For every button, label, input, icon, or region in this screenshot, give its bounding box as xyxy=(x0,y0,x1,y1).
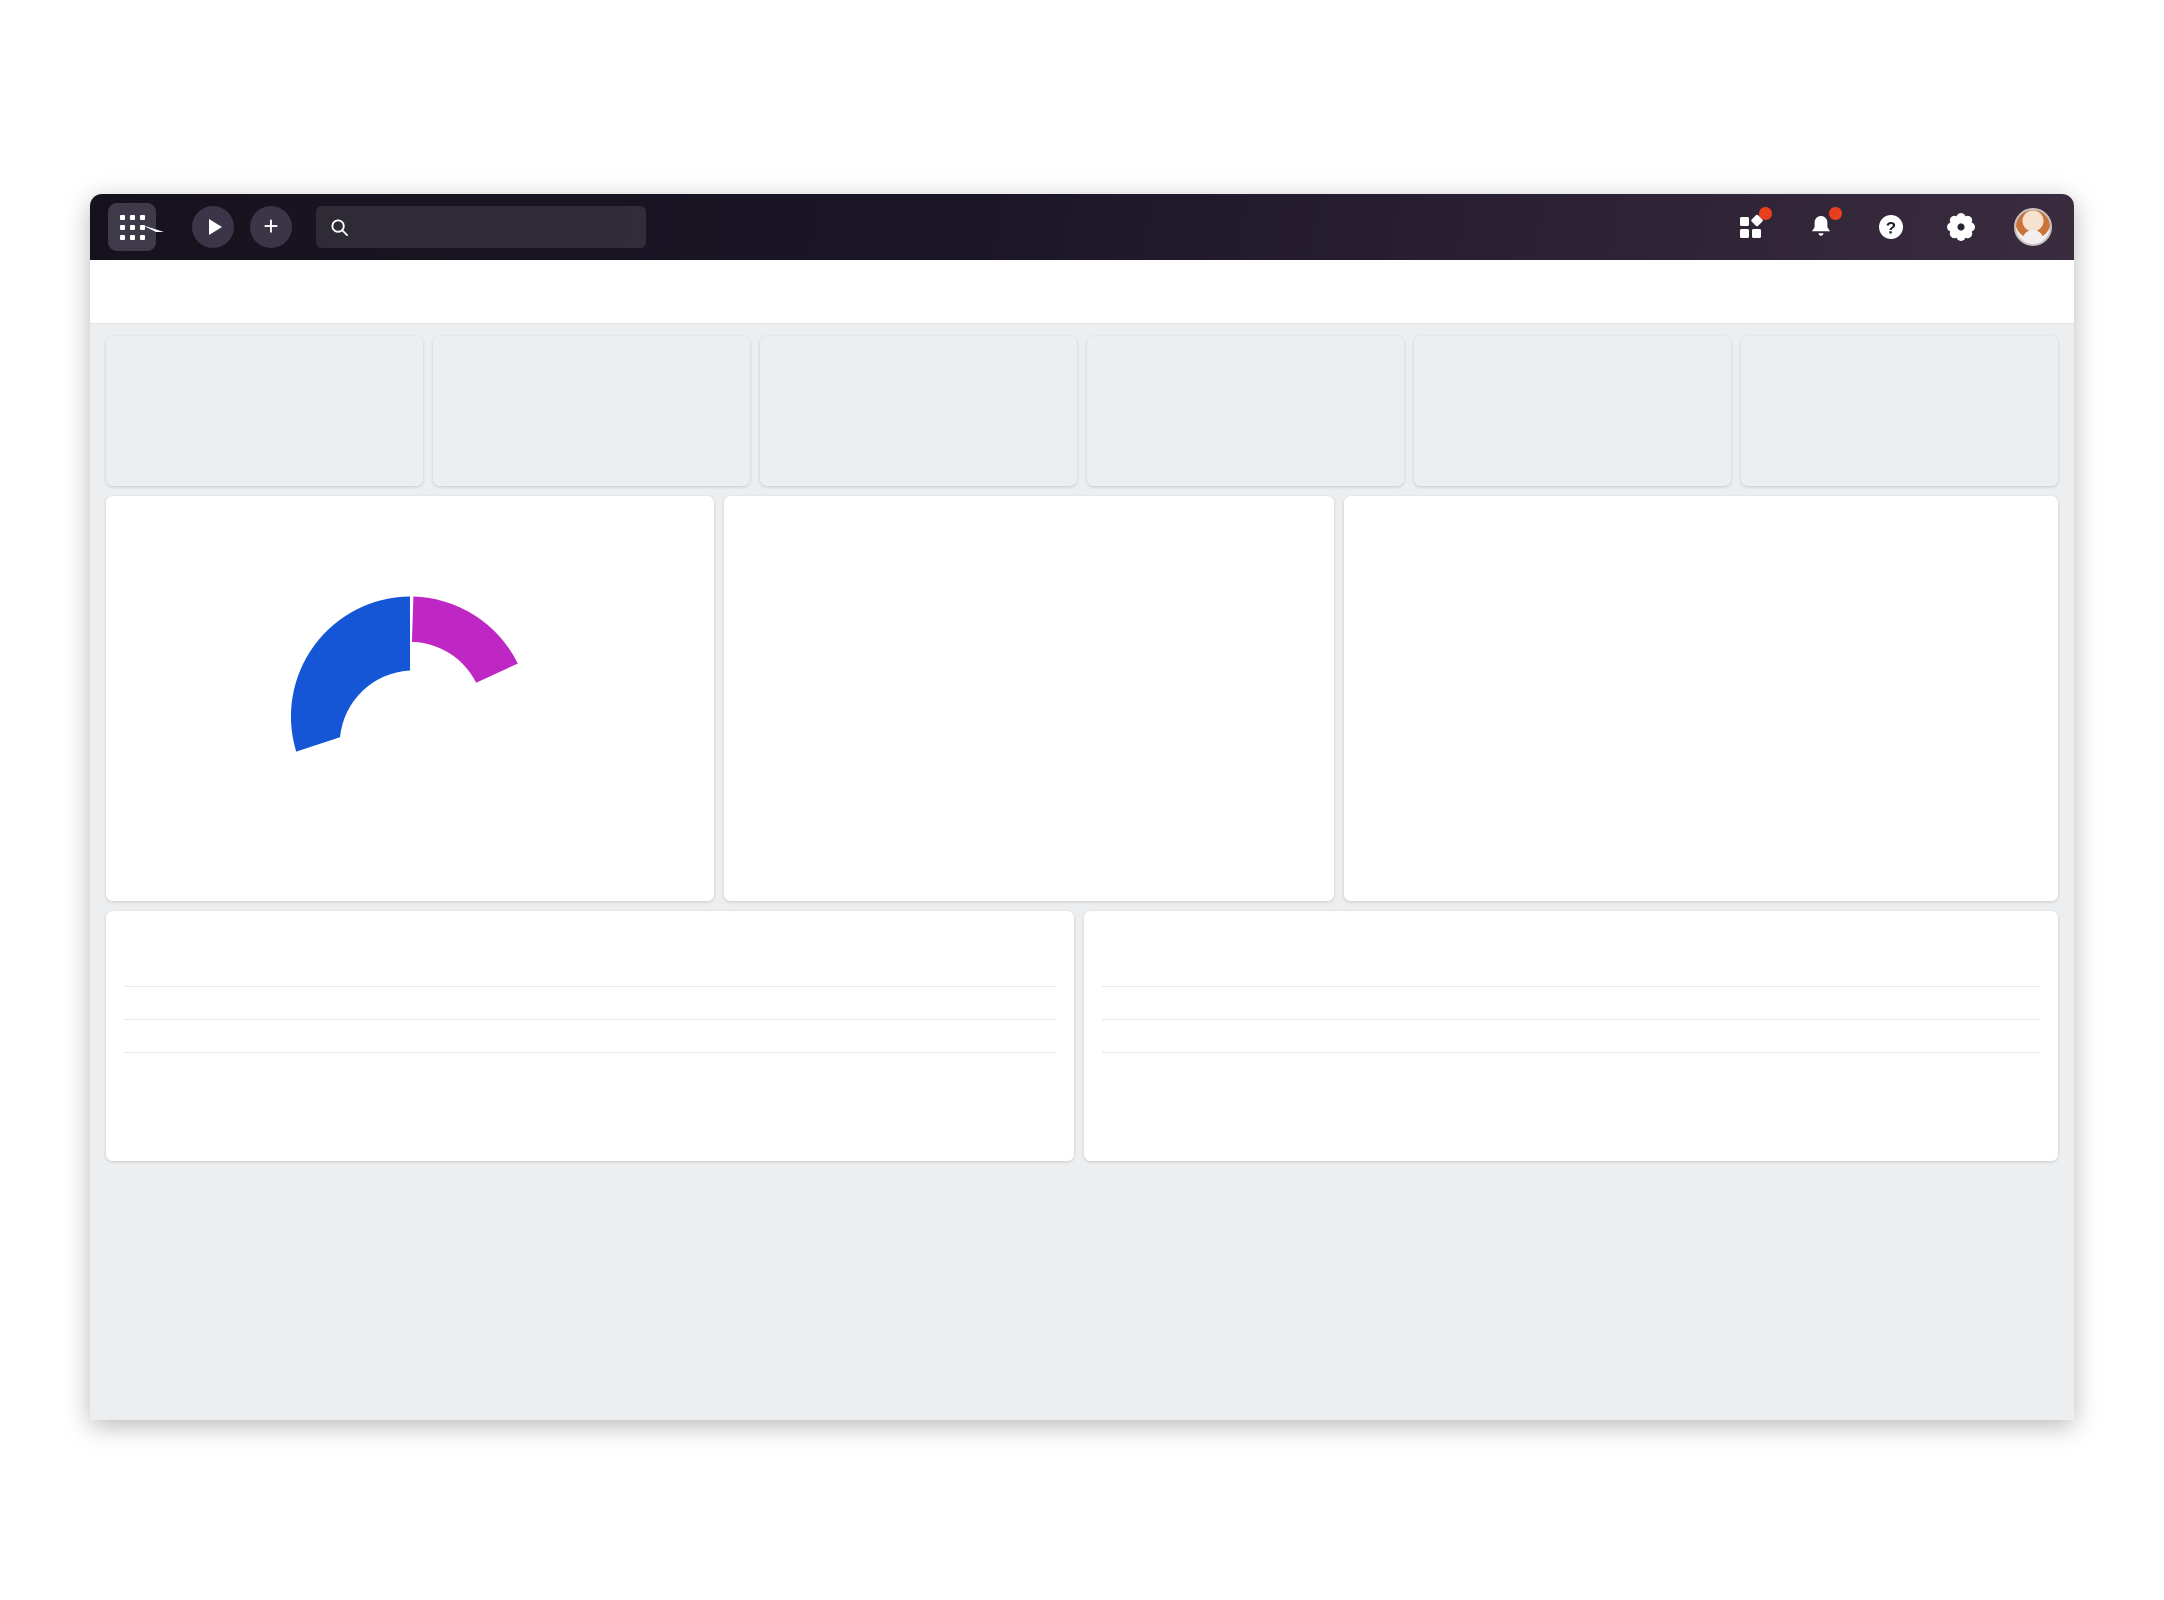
page-header xyxy=(90,260,2074,324)
column-header-status xyxy=(701,957,833,987)
column-header-interview-type xyxy=(1505,957,1722,987)
panel-open-positions-by-department xyxy=(106,496,714,901)
interview-type xyxy=(1505,986,1722,1020)
panel-new-applications xyxy=(106,911,1074,1161)
expand-icon[interactable] xyxy=(1994,924,2014,944)
column-header-name xyxy=(1102,957,1506,987)
kebab-menu-icon[interactable] xyxy=(1306,508,1320,530)
kpi-tile-rejected-candidates[interactable] xyxy=(1741,336,2058,486)
kebab-menu-icon[interactable] xyxy=(1046,923,1060,945)
kpi-tile-shortlisted-candidates[interactable] xyxy=(760,336,1077,486)
application-name-link[interactable] xyxy=(124,986,702,1020)
funnel-chart xyxy=(1344,542,2058,901)
kpi-tile-hired-candidates[interactable] xyxy=(1414,336,1731,486)
donut-chart-body xyxy=(106,542,714,901)
table-header-row xyxy=(124,957,1056,987)
kpi-tile-offer-received-candidates[interactable] xyxy=(1087,336,1404,486)
settings-gear-icon[interactable] xyxy=(1944,210,1978,244)
interview-name-link[interactable] xyxy=(1102,1019,1506,1053)
application-name-link[interactable] xyxy=(124,1019,702,1053)
panel-header-actions xyxy=(650,508,700,530)
marketplace-badge xyxy=(1759,207,1772,220)
panel-upcoming-interviews xyxy=(1084,911,2058,1161)
svg-text:?: ? xyxy=(1886,219,1896,238)
interview-date xyxy=(1721,1019,2040,1053)
charts-row xyxy=(106,496,2058,901)
application-created-on xyxy=(832,986,1056,1020)
panel-header xyxy=(106,911,1074,957)
expand-icon[interactable] xyxy=(1994,509,2014,529)
notifications-badge xyxy=(1829,207,1842,220)
creatio-app-window: + ? xyxy=(90,194,2074,1420)
marketplace-icon[interactable] xyxy=(1734,207,1772,244)
table-row[interactable] xyxy=(124,1019,1056,1053)
column-header-name xyxy=(124,957,702,987)
expand-icon[interactable] xyxy=(1010,924,1030,944)
new-applications-table xyxy=(124,957,1056,1053)
table-row[interactable] xyxy=(124,986,1056,1020)
expand-icon[interactable] xyxy=(650,509,670,529)
column-header-date xyxy=(1721,957,2040,987)
kebab-menu-icon[interactable] xyxy=(2030,923,2044,945)
application-status xyxy=(701,1019,833,1053)
kebab-menu-icon[interactable] xyxy=(2030,508,2044,530)
table-header-row xyxy=(1102,957,2040,987)
bar-chart-body xyxy=(724,542,1334,901)
dashboard-canvas xyxy=(90,324,2074,1420)
panel-header xyxy=(106,496,714,542)
panel-recruitment-funnel xyxy=(1344,496,2058,901)
application-status xyxy=(701,986,833,1020)
donut-chart xyxy=(290,596,518,752)
new-applications-table-wrap xyxy=(106,957,1074,1161)
logo-swoosh-icon xyxy=(142,225,164,232)
tables-row xyxy=(106,911,2058,1161)
kpi-tiles-row xyxy=(106,336,2058,486)
table-row[interactable] xyxy=(1102,986,2040,1020)
interview-name-link[interactable] xyxy=(1102,986,1506,1020)
panel-header xyxy=(1344,496,2058,542)
panel-header-actions xyxy=(1270,508,1320,530)
notifications-bell-icon[interactable] xyxy=(1804,207,1842,244)
column-header-created-on xyxy=(832,957,1056,987)
expand-icon[interactable] xyxy=(1270,509,1290,529)
top-navigation-bar: + ? xyxy=(90,194,2074,260)
search-input[interactable] xyxy=(316,206,646,248)
panel-header-actions xyxy=(1994,508,2044,530)
panel-header-actions xyxy=(1994,923,2044,945)
plus-icon[interactable]: + xyxy=(250,206,292,248)
kpi-tile-open-positions[interactable] xyxy=(106,336,423,486)
kpi-tile-total-applicants[interactable] xyxy=(433,336,750,486)
bar-chart xyxy=(724,542,1334,901)
play-icon[interactable] xyxy=(192,206,234,248)
donut-slice-managment[interactable] xyxy=(290,596,410,752)
funnel-chart-body xyxy=(1344,542,2058,901)
donut-slices xyxy=(290,596,518,752)
panel-header-actions xyxy=(1010,923,1060,945)
interview-date xyxy=(1721,986,2040,1020)
donut-slice-accounting-1[interactable] xyxy=(411,596,518,683)
panel-header xyxy=(1084,911,2058,957)
kebab-menu-icon[interactable] xyxy=(686,508,700,530)
user-avatar[interactable] xyxy=(2014,208,2052,246)
help-question-icon[interactable]: ? xyxy=(1874,210,1908,244)
panel-header xyxy=(724,496,1334,542)
upcoming-interviews-table xyxy=(1102,957,2040,1053)
application-created-on xyxy=(832,1019,1056,1053)
topbar-actions: ? xyxy=(1734,207,2052,246)
interview-type xyxy=(1505,1019,1722,1053)
search-icon xyxy=(331,218,349,236)
table-row[interactable] xyxy=(1102,1019,2040,1053)
panel-applications-received-by-sources xyxy=(724,496,1334,901)
upcoming-interviews-table-wrap xyxy=(1084,957,2058,1161)
